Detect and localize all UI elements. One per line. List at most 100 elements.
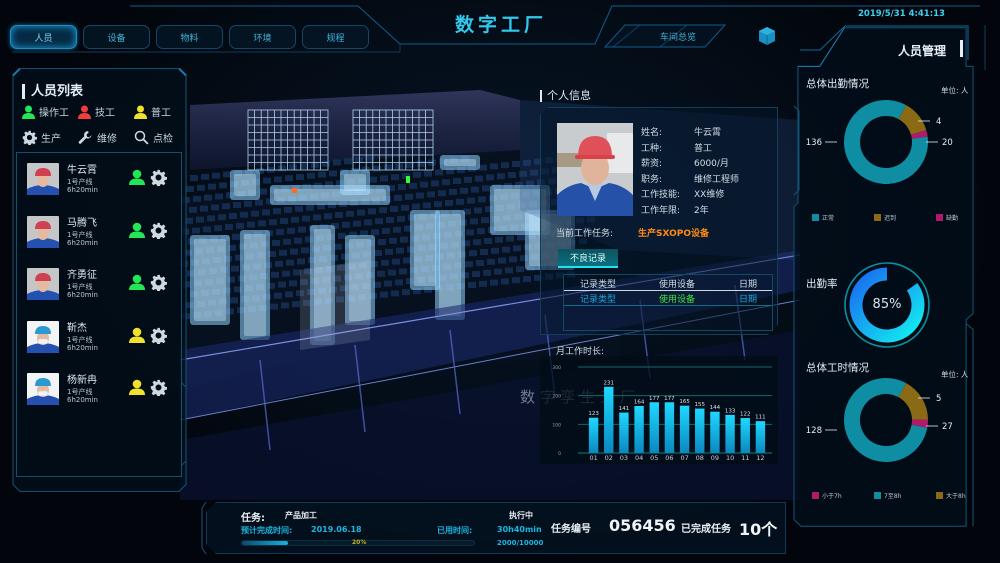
gear-icon[interactable] xyxy=(150,169,167,186)
floor-tile xyxy=(251,210,259,217)
legend-technician[interactable]: 技工 xyxy=(78,104,134,119)
tab-defect-records[interactable]: 不良记录 xyxy=(558,249,618,268)
floor-tile xyxy=(193,195,201,202)
current-task-value: 生产SXOPO设备 xyxy=(638,229,709,239)
floor-tile xyxy=(329,170,337,177)
legend-swatch xyxy=(812,492,819,499)
floor-tile xyxy=(218,214,226,221)
gear-icon[interactable] xyxy=(150,274,167,291)
floor-tile xyxy=(460,187,468,194)
floor-tile xyxy=(338,232,346,239)
legend-inspection[interactable]: 点检 xyxy=(134,130,173,145)
floor-tile xyxy=(190,175,198,181)
floor-tile xyxy=(413,171,421,178)
legend-general-worker[interactable]: 普工 xyxy=(134,104,171,119)
floor-tile xyxy=(442,179,450,186)
floor-tile xyxy=(196,216,204,223)
machine-highlight xyxy=(444,159,476,166)
title-accent xyxy=(960,40,963,57)
task-value: 产品加工 xyxy=(285,511,317,520)
floor-tile xyxy=(480,249,488,255)
list-item[interactable]: 牛云霄 1号产线 6h20min xyxy=(27,163,177,205)
datetime: 2019/5/31 4:41:13 xyxy=(858,9,945,19)
floor-tile xyxy=(289,280,297,287)
legend-repair[interactable]: 维修 xyxy=(78,130,134,145)
floor-tile xyxy=(296,174,304,180)
marker-green xyxy=(406,176,410,183)
bar-value-label: 141 xyxy=(619,406,630,412)
tab-equipment[interactable]: 设备 xyxy=(83,25,150,49)
avatar xyxy=(27,215,59,248)
floor-tile xyxy=(465,261,473,268)
info-key: 薪资: xyxy=(641,159,663,169)
floor-tile xyxy=(240,211,248,218)
tab-materials[interactable]: 物料 xyxy=(156,25,223,49)
floor-tile xyxy=(334,243,342,250)
floor-tile xyxy=(423,202,431,209)
floor-tile xyxy=(391,290,399,297)
floor-tile xyxy=(306,204,314,211)
bar-value-label: 231 xyxy=(604,380,615,386)
person-name: 马腾飞 xyxy=(67,217,97,229)
floor-tile xyxy=(412,203,420,210)
floor-tile xyxy=(378,239,386,245)
floor-tile xyxy=(313,214,321,221)
floor-tile xyxy=(189,206,197,213)
tab-environment[interactable]: 环境 xyxy=(229,25,296,49)
floor-tile xyxy=(490,279,498,286)
role-legend: 操作工 技工 普工 xyxy=(22,104,171,119)
floor-tile xyxy=(399,268,407,275)
floor-tile xyxy=(263,177,271,184)
attendance-title: 总体出勤情况 xyxy=(806,78,869,90)
gear-icon[interactable] xyxy=(150,327,167,344)
floor-tile xyxy=(509,256,517,263)
list-item[interactable]: 齐勇征 1号产线 6h20min xyxy=(27,268,177,310)
monthly-hours-chart: 0 100 200 300 123 01 231 02 141 03 164 04 177 05 177 06… xyxy=(552,365,772,462)
col-equipment: 使用设备 xyxy=(659,280,696,290)
info-value: 6000/月 xyxy=(694,159,729,169)
info-value: 维修工程师 xyxy=(694,174,740,185)
floor-tile xyxy=(398,184,406,190)
x-tick-label: 01 xyxy=(589,454,597,462)
completed-tasks-value: 10个 xyxy=(739,520,778,539)
floor-tile xyxy=(298,226,306,233)
attendance-donut: 136 20 4 正常 迟到 缺勤 xyxy=(806,100,958,222)
person-icon xyxy=(129,274,145,290)
floor-tile xyxy=(215,193,223,200)
list-item[interactable]: 杨新冉 1号产线 6h20min xyxy=(27,373,177,415)
person-icon xyxy=(22,105,35,119)
list-item[interactable]: 靳杰 1号产线 6h20min xyxy=(27,320,177,363)
cube-icon[interactable] xyxy=(757,26,777,50)
legend-label: 7至8h xyxy=(884,493,902,500)
bar xyxy=(588,417,599,453)
wrench-icon xyxy=(78,131,92,144)
gear-icon[interactable] xyxy=(150,379,167,396)
gear-icon[interactable] xyxy=(150,222,167,239)
info-value: XX维修 xyxy=(694,190,725,200)
person-name: 杨新冉 xyxy=(67,375,97,386)
work-hours-donut: 128 27 5 小于7h 7至8h 大于8h xyxy=(806,378,966,500)
legend-production[interactable]: 生产 xyxy=(22,130,78,145)
floor-tile xyxy=(512,277,520,284)
machine-highlight xyxy=(414,214,436,286)
floor-tile xyxy=(381,259,389,266)
floor-tile xyxy=(344,158,352,165)
floor-tile xyxy=(302,215,310,222)
floor-tile xyxy=(401,204,409,211)
list-item[interactable]: 马腾飞 1号产线 6h20min xyxy=(27,215,177,258)
info-value: 牛云霄 xyxy=(694,128,722,138)
floor-tile xyxy=(386,217,394,223)
floor-tile xyxy=(388,269,396,276)
x-tick-label: 10 xyxy=(726,454,734,462)
person-time: 6h20min xyxy=(67,186,98,194)
avatar xyxy=(27,268,59,300)
avatar xyxy=(27,320,59,353)
tab-personnel[interactable]: 人员 xyxy=(10,25,77,49)
table-row[interactable]: 记录类型 使用设备 日期 xyxy=(564,292,772,306)
legend-operator[interactable]: 操作工 xyxy=(22,104,78,119)
info-key: 姓名: xyxy=(641,128,663,138)
bar-value-label: 165 xyxy=(679,399,690,405)
tab-procedures[interactable]: 规程 xyxy=(302,25,369,49)
floor-tile xyxy=(232,233,240,240)
workshop-overview-button[interactable]: 车间总览 xyxy=(628,25,728,47)
